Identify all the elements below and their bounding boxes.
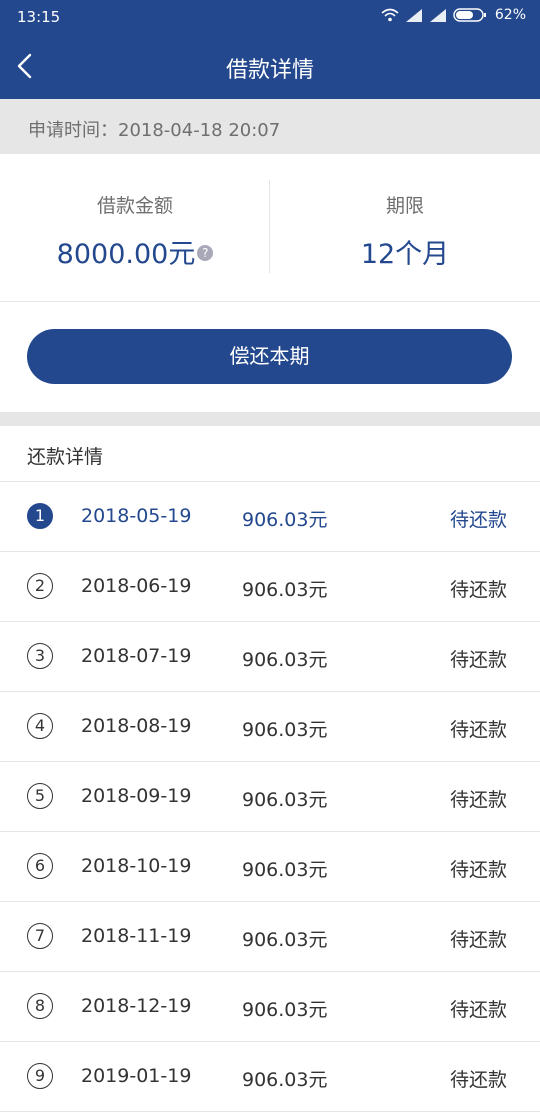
installment-status: 待还款 xyxy=(449,1069,507,1091)
installment-row[interactable]: 6 2018-10-19 906.03元 待还款 xyxy=(0,832,540,902)
loan-amount-block: 借款金额 8000.00元? xyxy=(0,154,270,301)
installment-list: 1 2018-05-19 906.03元 待还款 2 2018-06-19 90… xyxy=(0,482,540,1112)
installment-status: 待还款 xyxy=(449,719,507,741)
installment-status: 待还款 xyxy=(449,509,507,531)
app-bar: 借款详情 xyxy=(0,34,540,99)
installment-amount: 906.03元 xyxy=(242,579,328,601)
installment-date: 2018-05-19 xyxy=(81,505,192,527)
installment-number: 1 xyxy=(27,503,53,529)
installment-number: 9 xyxy=(27,1063,53,1089)
installment-amount: 906.03元 xyxy=(242,859,328,881)
installment-status: 待还款 xyxy=(449,999,507,1021)
installment-amount: 906.03元 xyxy=(242,999,328,1021)
installment-date: 2019-01-19 xyxy=(81,1065,192,1087)
installment-date: 2018-07-19 xyxy=(81,645,192,667)
installment-date: 2018-08-19 xyxy=(81,715,192,737)
apply-time-text: 申请时间：2018-04-18 20:07 xyxy=(28,120,281,141)
installment-date: 2018-11-19 xyxy=(81,925,192,947)
installment-number: 3 xyxy=(27,643,53,669)
section-gap xyxy=(0,412,540,426)
signal-icon-2 xyxy=(429,9,446,22)
wifi-icon xyxy=(381,8,399,22)
loan-amount-value: 8000.00元 xyxy=(56,239,196,270)
installment-row[interactable]: 7 2018-11-19 906.03元 待还款 xyxy=(0,902,540,972)
top-bar: 13:15 62% 借款详情 xyxy=(0,0,540,99)
installment-date: 2018-10-19 xyxy=(81,855,192,877)
page-title: 借款详情 xyxy=(225,58,314,83)
installment-row[interactable]: 4 2018-08-19 906.03元 待还款 xyxy=(0,692,540,762)
installment-date: 2018-12-19 xyxy=(81,995,192,1017)
section-title: 还款详情 xyxy=(27,446,104,468)
battery-icon xyxy=(453,8,486,22)
apply-time-bar: 申请时间：2018-04-18 20:07 xyxy=(0,99,540,154)
installment-amount: 906.03元 xyxy=(242,649,328,671)
loan-term-value: 12个月 xyxy=(360,239,450,270)
installment-number: 2 xyxy=(27,573,53,599)
installment-status: 待还款 xyxy=(449,859,507,881)
installment-row[interactable]: 3 2018-07-19 906.03元 待还款 xyxy=(0,622,540,692)
loan-amount-value-wrap: 8000.00元? xyxy=(0,232,270,271)
repay-current-button[interactable]: 偿还本期 xyxy=(27,329,512,384)
status-icons: 62% xyxy=(381,7,526,23)
installment-date: 2018-06-19 xyxy=(81,575,192,597)
loan-amount-label: 借款金额 xyxy=(96,195,173,217)
installment-amount: 906.03元 xyxy=(242,719,328,741)
installment-date: 2018-09-19 xyxy=(81,785,192,807)
installment-number: 8 xyxy=(27,993,53,1019)
loan-term-label: 期限 xyxy=(385,195,424,217)
installment-number: 4 xyxy=(27,713,53,739)
installment-row[interactable]: 9 2019-01-19 906.03元 待还款 xyxy=(0,1042,540,1112)
loan-term-block: 期限 12个月 xyxy=(270,154,540,301)
installment-row[interactable]: 8 2018-12-19 906.03元 待还款 xyxy=(0,972,540,1042)
installment-row[interactable]: 5 2018-09-19 906.03元 待还款 xyxy=(0,762,540,832)
installment-row[interactable]: 1 2018-05-19 906.03元 待还款 xyxy=(0,482,540,552)
installment-amount: 906.03元 xyxy=(242,509,328,531)
installment-number: 6 xyxy=(27,853,53,879)
installment-number: 5 xyxy=(27,783,53,809)
help-icon[interactable]: ? xyxy=(197,245,214,261)
installment-amount: 906.03元 xyxy=(242,1069,328,1091)
installment-row[interactable]: 2 2018-06-19 906.03元 待还款 xyxy=(0,552,540,622)
installment-number: 7 xyxy=(27,923,53,949)
installment-status: 待还款 xyxy=(449,929,507,951)
installment-amount: 906.03元 xyxy=(242,789,328,811)
installment-status: 待还款 xyxy=(449,649,507,671)
status-bar: 13:15 62% xyxy=(0,0,540,34)
signal-icon xyxy=(405,9,422,22)
loan-summary: 借款金额 8000.00元? 期限 12个月 xyxy=(0,154,540,302)
installment-status: 待还款 xyxy=(449,789,507,811)
installment-status: 待还款 xyxy=(449,579,507,601)
status-time: 13:15 xyxy=(17,8,61,26)
installment-amount: 906.03元 xyxy=(242,929,328,951)
battery-percent: 62% xyxy=(494,7,526,23)
